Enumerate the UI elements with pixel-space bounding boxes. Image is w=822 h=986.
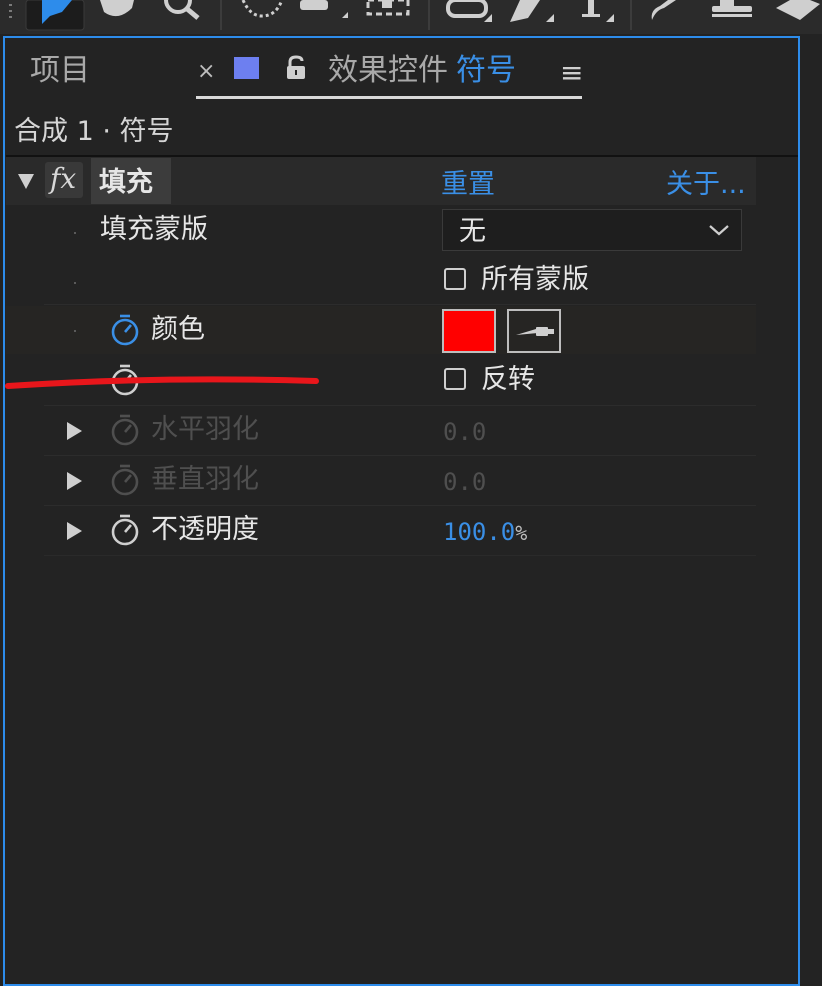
tab-project[interactable]: 项目 bbox=[30, 51, 90, 91]
invert-checkbox[interactable] bbox=[444, 368, 466, 390]
red-annotation-underline bbox=[5, 376, 319, 389]
eraser-tool-icon[interactable] bbox=[776, 0, 820, 20]
opacity-value[interactable]: 100.0% bbox=[443, 514, 527, 551]
tab-effect-controls[interactable]: 效果控件 符号 bbox=[328, 51, 516, 91]
row-divider bbox=[44, 304, 756, 305]
layer-color-swatch bbox=[234, 57, 259, 79]
orbit-tool-icon[interactable] bbox=[241, 0, 284, 18]
row-divider bbox=[44, 505, 756, 506]
fill-mask-dropdown[interactable] bbox=[442, 209, 742, 251]
tab-close-button[interactable]: × bbox=[197, 57, 215, 87]
breadcrumb: 合成 1 · 符号 bbox=[14, 116, 174, 147]
eyedropper-button[interactable] bbox=[507, 309, 561, 353]
tab-layer-name: 符号 bbox=[456, 53, 516, 88]
tree-dot bbox=[74, 282, 76, 284]
toolbar-grip-icon bbox=[9, 4, 12, 18]
fx-icon: fx bbox=[50, 162, 77, 195]
row-divider bbox=[44, 555, 756, 556]
effect-name[interactable]: 填充 bbox=[99, 165, 153, 201]
stopwatch-icon[interactable] bbox=[110, 313, 140, 347]
opacity-label: 不透明度 bbox=[151, 514, 259, 545]
opacity-number: 100.0 bbox=[443, 518, 516, 546]
stopwatch-icon bbox=[111, 414, 139, 446]
vertical-feather-value: 0.0 bbox=[443, 468, 487, 496]
color-swatch[interactable] bbox=[442, 309, 496, 353]
eyedropper-icon bbox=[516, 327, 554, 336]
fill-mask-label: 填充蒙版 bbox=[100, 214, 208, 245]
invert-label: 反转 bbox=[481, 364, 535, 395]
opacity-unit: % bbox=[515, 521, 528, 545]
horizontal-feather-label: 水平羽化 bbox=[151, 414, 259, 445]
all-masks-checkbox[interactable] bbox=[444, 268, 466, 290]
tree-dot bbox=[74, 232, 76, 234]
vertical-feather-label: 垂直羽化 bbox=[151, 464, 259, 495]
type-tool-icon[interactable] bbox=[582, 0, 614, 22]
tab-effect-controls-label: 效果控件 bbox=[328, 53, 448, 88]
reset-link[interactable]: 重置 bbox=[441, 167, 495, 203]
pan-behind-tool-icon[interactable] bbox=[300, 0, 348, 18]
toolbar bbox=[0, 0, 822, 34]
chevron-down-icon bbox=[709, 225, 729, 236]
clone-stamp-tool-icon[interactable] bbox=[712, 0, 752, 17]
about-link[interactable]: 关于... bbox=[666, 167, 746, 203]
region-tool-icon[interactable] bbox=[366, 0, 410, 16]
collapse-triangle-icon[interactable] bbox=[17, 172, 35, 190]
row-divider bbox=[44, 455, 756, 456]
tree-dot bbox=[74, 330, 76, 332]
all-masks-label: 所有蒙版 bbox=[481, 264, 589, 295]
expand-triangle-icon[interactable] bbox=[67, 422, 82, 440]
row-divider bbox=[44, 405, 756, 406]
zoom-tool-icon[interactable] bbox=[164, 0, 200, 20]
selection-tool-icon[interactable] bbox=[25, 0, 85, 31]
color-label: 颜色 bbox=[151, 314, 205, 345]
expand-triangle-icon[interactable] bbox=[67, 472, 82, 490]
stopwatch-icon[interactable] bbox=[110, 513, 140, 547]
active-tab-underline bbox=[196, 96, 582, 99]
pen-tool-icon[interactable] bbox=[510, 0, 554, 22]
stopwatch-icon bbox=[111, 464, 139, 496]
expand-triangle-icon[interactable] bbox=[67, 522, 82, 540]
lock-icon[interactable] bbox=[285, 55, 307, 81]
fill-mask-dropdown-value: 无 bbox=[459, 216, 486, 247]
shape-tool-icon[interactable] bbox=[446, 0, 492, 22]
horizontal-feather-value: 0.0 bbox=[443, 418, 487, 446]
brush-tool-icon[interactable] bbox=[651, 0, 676, 20]
hand-tool-icon[interactable] bbox=[100, 0, 134, 17]
panel-menu-icon[interactable]: ≡ bbox=[560, 56, 583, 90]
